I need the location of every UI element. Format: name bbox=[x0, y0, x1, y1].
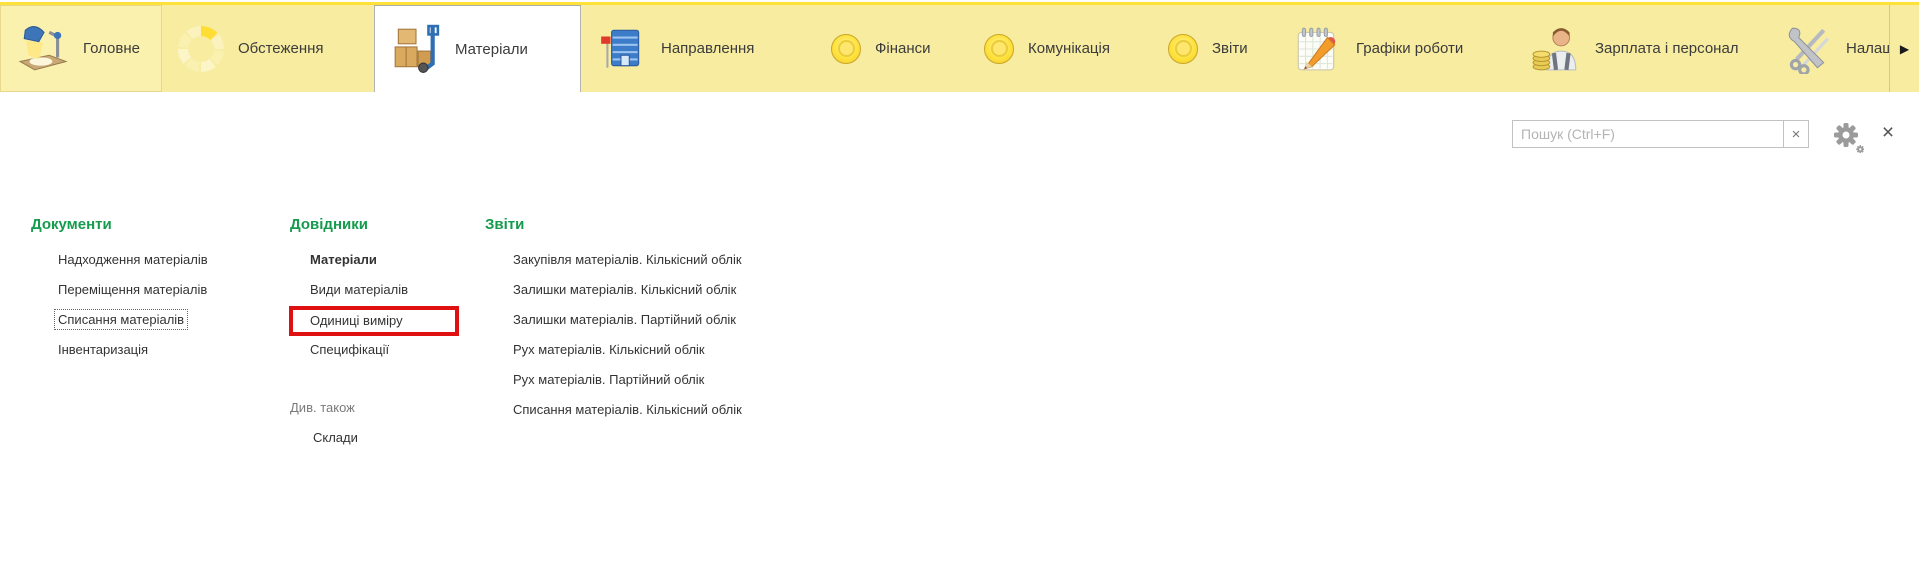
menu-item[interactable]: Закупівля матеріалів. Кількісний облік bbox=[485, 245, 742, 275]
menu-item[interactable]: Списання матеріалів bbox=[31, 305, 208, 335]
wrench-scissors-icon bbox=[1782, 24, 1832, 74]
tab-holovne[interactable]: Головне bbox=[0, 5, 162, 92]
coin-icon bbox=[984, 34, 1014, 64]
tab-label: Фінанси bbox=[875, 40, 931, 57]
menu-column-documents: Документи Надходження матеріалів Переміщ… bbox=[31, 215, 208, 365]
menu-item[interactable]: Одиниці виміру bbox=[290, 305, 459, 335]
highlighted-menu-item: Одиниці виміру bbox=[289, 306, 459, 336]
menu-item[interactable]: Переміщення матеріалів bbox=[31, 275, 208, 305]
tab-napravlennia[interactable]: Направлення bbox=[581, 5, 811, 92]
menu-item[interactable]: Залишки матеріалів. Партійний облік bbox=[485, 305, 742, 335]
tab-label: Звіти bbox=[1212, 40, 1248, 57]
menu-item[interactable]: Списання матеріалів. Кількісний облік bbox=[485, 395, 742, 425]
coin-icon bbox=[831, 34, 861, 64]
boxes-handtruck-icon bbox=[391, 24, 441, 74]
menu-item[interactable]: Інвентаризація bbox=[31, 335, 208, 365]
menu-item[interactable]: Специфікації bbox=[290, 335, 459, 365]
section-title[interactable]: Звіти bbox=[485, 215, 742, 241]
tab-label: Обстеження bbox=[238, 40, 324, 57]
notepad-pencil-icon bbox=[1292, 24, 1342, 74]
tab-nalashtuvannia[interactable]: Налаш bbox=[1766, 5, 1889, 92]
section-title[interactable]: Документи bbox=[31, 215, 208, 241]
close-icon: × bbox=[1792, 126, 1801, 143]
ribbon-tabs: Головне Обстеження Матеріали bbox=[0, 5, 1919, 92]
section-title[interactable]: Довідники bbox=[290, 215, 459, 241]
menu-item[interactable]: Види матеріалів bbox=[290, 275, 459, 305]
person-coins-icon bbox=[1531, 24, 1581, 74]
menu-item[interactable]: Залишки матеріалів. Кількісний облік bbox=[485, 275, 742, 305]
menu-column-catalogs: Довідники Матеріали Види матеріалів Один… bbox=[290, 215, 459, 453]
menu-column-reports: Звіти Закупівля матеріалів. Кількісний о… bbox=[485, 215, 742, 425]
ribbon-scroll-right-button[interactable]: ▶ bbox=[1889, 5, 1919, 92]
menu-item[interactable]: Надходження матеріалів bbox=[31, 245, 208, 275]
settings-gear-button[interactable] bbox=[1832, 121, 1864, 153]
tab-zvity[interactable]: Звіти bbox=[1148, 5, 1276, 92]
close-icon: × bbox=[1882, 121, 1894, 145]
tab-obstezhennia[interactable]: Обстеження bbox=[162, 5, 374, 92]
menu-item[interactable]: Рух матеріалів. Партійний облік bbox=[485, 365, 742, 395]
close-menu-button[interactable]: × bbox=[1876, 119, 1900, 147]
tab-zarplata-personal[interactable]: Зарплата і персонал bbox=[1515, 5, 1766, 92]
menu-item[interactable]: Склади bbox=[290, 423, 459, 453]
tab-label: Зарплата і персонал bbox=[1595, 40, 1739, 57]
search-input[interactable] bbox=[1513, 121, 1783, 147]
tab-label: Головне bbox=[83, 40, 140, 57]
tab-materialy[interactable]: Матеріали bbox=[374, 5, 581, 92]
search-box: × bbox=[1512, 120, 1809, 148]
tab-label: Налаш bbox=[1846, 40, 1889, 57]
tab-finansy[interactable]: Фінанси bbox=[811, 5, 964, 92]
segmented-circle-icon bbox=[178, 26, 224, 72]
see-also-label: Див. також bbox=[290, 393, 459, 423]
ribbon: Головне Обстеження Матеріали bbox=[0, 0, 1919, 92]
gear-icon bbox=[1832, 121, 1864, 153]
right-arrow-icon: ▶ bbox=[1900, 42, 1909, 56]
tab-hrafiky-roboty[interactable]: Графіки роботи bbox=[1276, 5, 1515, 92]
menu-item[interactable]: Матеріали bbox=[290, 245, 459, 275]
coin-icon bbox=[1168, 34, 1198, 64]
focused-menu-item: Списання матеріалів bbox=[55, 310, 187, 329]
tab-label: Направлення bbox=[661, 40, 754, 57]
tab-label: Комунікація bbox=[1028, 40, 1110, 57]
building-flag-icon bbox=[597, 24, 647, 74]
desk-lamp-icon bbox=[17, 24, 69, 74]
tab-label: Графіки роботи bbox=[1356, 40, 1463, 57]
tab-komunikatsiia[interactable]: Комунікація bbox=[964, 5, 1148, 92]
menu-item[interactable]: Рух матеріалів. Кількісний облік bbox=[485, 335, 742, 365]
clear-search-button[interactable]: × bbox=[1783, 121, 1808, 147]
see-also-section: Див. також Склади bbox=[290, 393, 459, 453]
tab-label: Матеріали bbox=[455, 41, 528, 58]
